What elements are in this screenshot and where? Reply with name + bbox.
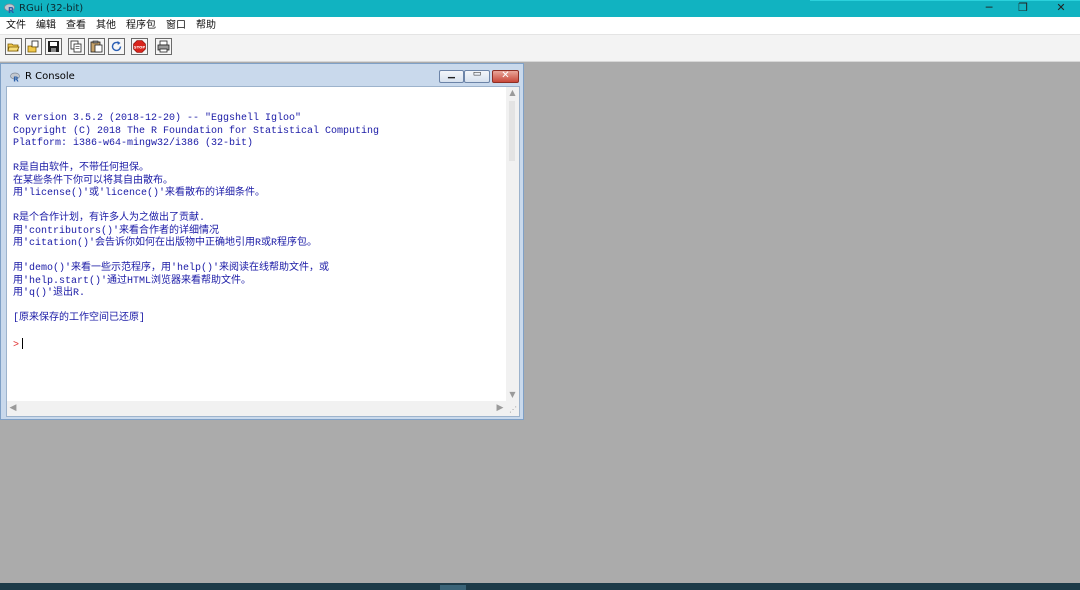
open-script-button[interactable]	[5, 38, 22, 55]
console-minimize-button[interactable]: ▁	[439, 69, 464, 83]
console-line: Copyright (C) 2018 The R Foundation for …	[13, 125, 380, 137]
console-line: 用'contributors()'来看合作者的详细情况	[13, 225, 220, 237]
vertical-scrollbar[interactable]: ▲ ▼	[506, 87, 519, 401]
console-close-button[interactable]: ✕	[492, 70, 519, 83]
taskbar	[0, 583, 1080, 590]
copy-icon	[70, 40, 82, 53]
close-button[interactable]: ✕	[1038, 0, 1080, 17]
print-icon	[157, 40, 170, 53]
r-console-window: R R Console ▁ ▭ ✕ R version 3.5.2 (2018-…	[0, 63, 524, 420]
menu-help[interactable]: 帮助	[196, 19, 216, 32]
maximize-icon: ▭	[472, 69, 482, 79]
resize-grip-icon: ⋰	[509, 405, 517, 414]
svg-text:R: R	[13, 76, 19, 83]
app-title-bar: R RGui (32-bit) ─ ❐ ✕	[0, 0, 1080, 17]
load-workspace-button[interactable]	[25, 38, 42, 55]
horizontal-scrollbar[interactable]: ◀ ▶	[7, 401, 506, 416]
console-text: R version 3.5.2 (2018-12-20) -- "Eggshel…	[13, 113, 511, 353]
menu-edit[interactable]: 编辑	[36, 19, 56, 32]
menu-packages[interactable]: 程序包	[126, 19, 156, 32]
svg-text:R: R	[8, 6, 14, 14]
console-maximize-button[interactable]: ▭	[464, 69, 490, 83]
console-line: 用'license()'或'licence()'来看散布的详细条件。	[13, 188, 266, 199]
scroll-left-icon[interactable]: ◀	[7, 401, 19, 416]
text-cursor	[22, 338, 24, 349]
console-line: [原来保存的工作空间已还原]	[13, 313, 146, 324]
scroll-up-icon[interactable]: ▲	[506, 87, 519, 99]
save-icon	[48, 41, 59, 52]
paste-button[interactable]	[88, 38, 105, 55]
console-prompt: >	[13, 340, 20, 351]
refresh-button[interactable]	[108, 38, 125, 55]
toolbar: STOP	[0, 35, 1080, 62]
menu-windows[interactable]: 窗口	[166, 19, 186, 32]
console-line: 用'demo()'来看一些示范程序，用'help()'来阅读在线帮助文件，或	[13, 263, 330, 274]
menu-file[interactable]: 文件	[6, 19, 26, 32]
close-icon: ✕	[501, 70, 510, 81]
paste-icon	[90, 40, 103, 53]
resize-grip[interactable]: ⋰	[506, 401, 519, 416]
console-line: 用'q()'退出R.	[13, 288, 86, 299]
console-line: R是个合作计划，有许多人为之做出了贡献.	[13, 213, 206, 224]
console-title: R Console	[25, 71, 75, 82]
console-line: 用'citation()'会告诉你如何在出版物中正确地引用R或R程序包。	[13, 238, 318, 249]
refresh-icon	[111, 41, 122, 52]
r-logo-icon: R	[4, 3, 15, 14]
console-line: R是自由软件，不带任何担保。	[13, 163, 150, 174]
copy-button[interactable]	[68, 38, 85, 55]
scroll-down-icon[interactable]: ▼	[506, 389, 519, 401]
stop-icon: STOP	[133, 40, 146, 53]
console-line: Platform: i386-w64-mingw32/i386 (32-bit)	[13, 138, 254, 149]
taskbar-active-app[interactable]	[440, 585, 466, 590]
minimize-icon: ▁	[448, 69, 455, 79]
r-logo-icon: R	[10, 72, 20, 82]
stop-button[interactable]: STOP	[131, 38, 148, 55]
svg-text:STOP: STOP	[134, 44, 146, 49]
console-output-area[interactable]: R version 3.5.2 (2018-12-20) -- "Eggshel…	[6, 86, 520, 417]
console-title-bar[interactable]: R R Console ▁ ▭ ✕	[1, 64, 523, 86]
menu-misc[interactable]: 其他	[96, 19, 116, 32]
load-workspace-icon	[27, 40, 39, 53]
scroll-right-icon[interactable]: ▶	[494, 401, 506, 416]
console-prompt-line[interactable]: >	[13, 338, 511, 353]
console-line: R version 3.5.2 (2018-12-20) -- "Eggshel…	[13, 113, 302, 124]
console-line: 在某些条件下你可以将其自由散布。	[13, 175, 173, 187]
menu-bar: 文件 编辑 查看 其他 程序包 窗口 帮助	[0, 17, 1080, 35]
scroll-thumb[interactable]	[509, 101, 515, 161]
app-title: RGui (32-bit)	[19, 3, 84, 14]
menu-view[interactable]: 查看	[66, 19, 86, 32]
open-script-icon	[7, 43, 20, 52]
print-button[interactable]	[155, 38, 172, 55]
save-workspace-button[interactable]	[45, 38, 62, 55]
console-line: 用'help.start()'通过HTML浏览器来看帮助文件。	[13, 275, 252, 287]
